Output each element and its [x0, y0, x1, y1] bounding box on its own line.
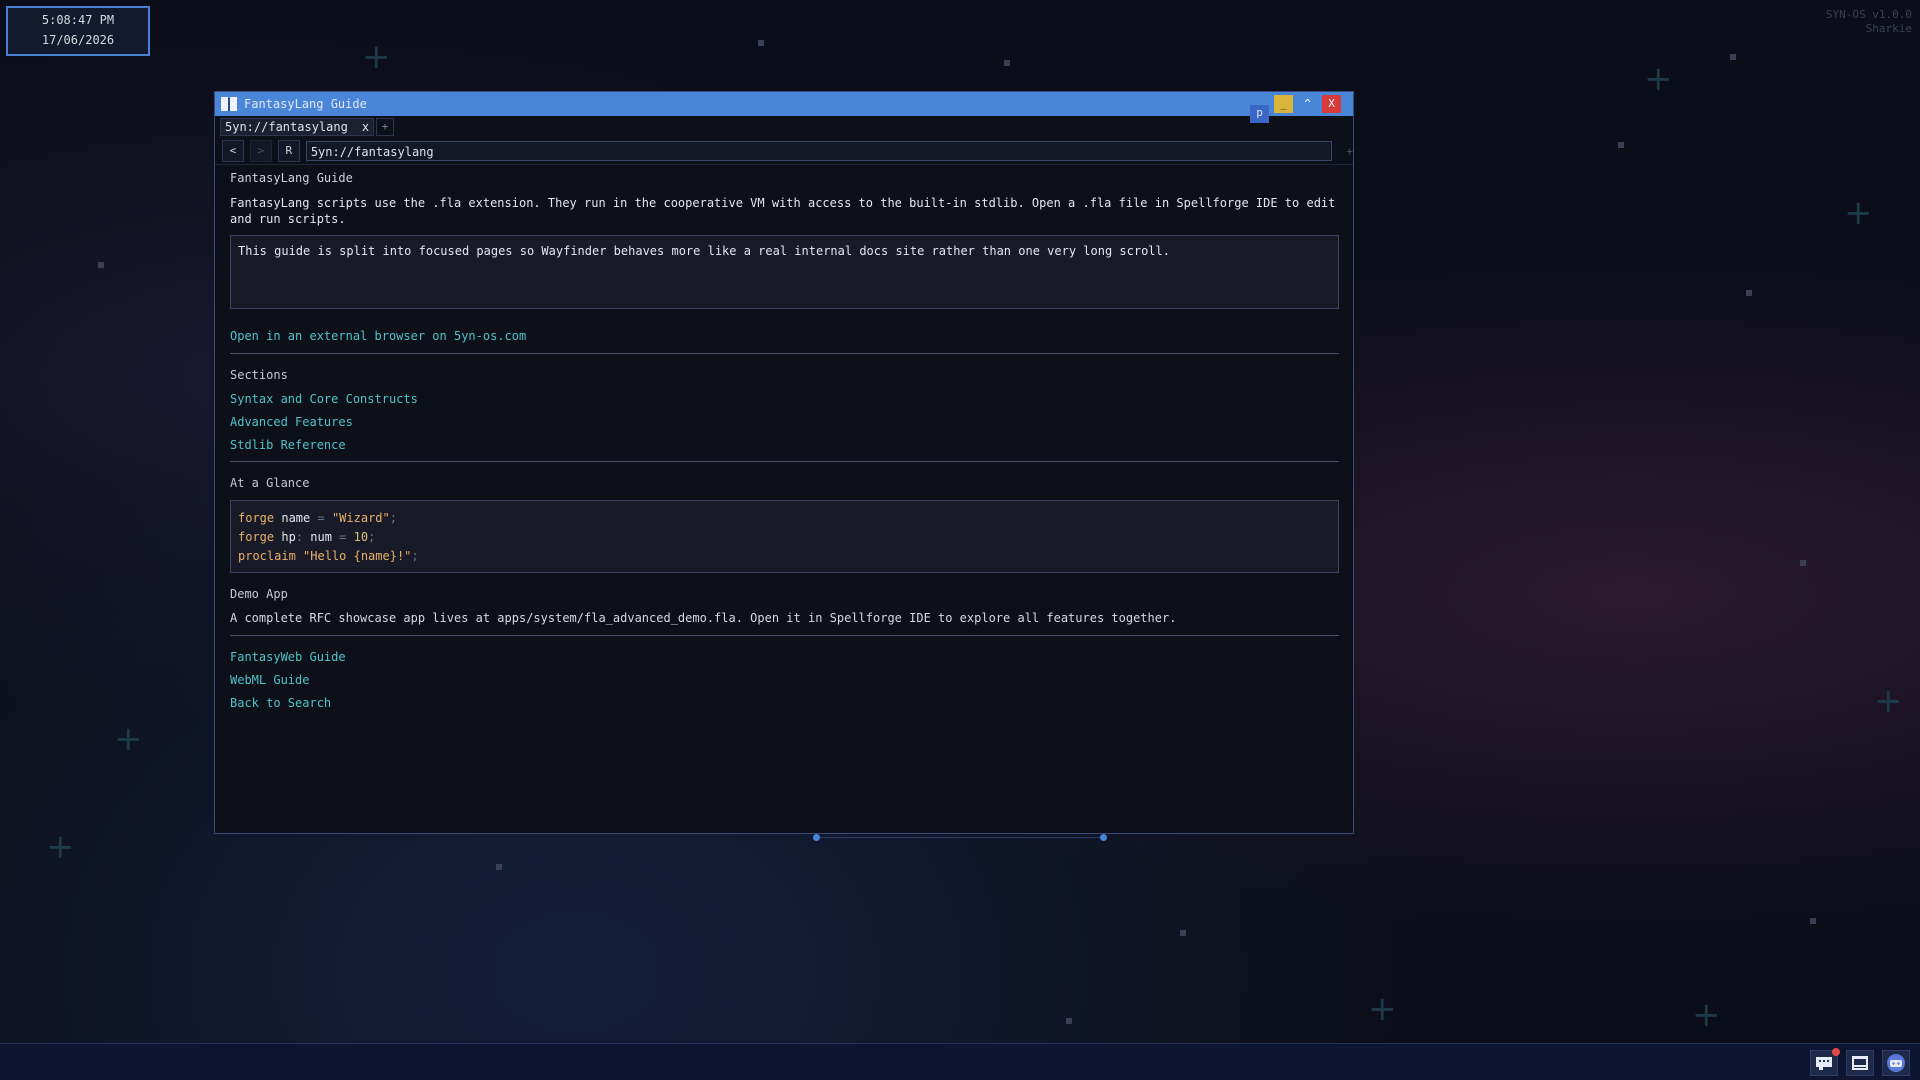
- page-content: FantasyLang Guide FantasyLang scripts us…: [215, 171, 1353, 710]
- code-line: forge name = "Wizard";: [238, 509, 1331, 528]
- background-sparkle: +: [1692, 995, 1721, 1035]
- code-semicolon: ;: [368, 530, 376, 544]
- info-callout: This guide is split into focused pages s…: [230, 235, 1339, 309]
- username: Sharkie: [1865, 22, 1912, 35]
- background-star: [98, 262, 104, 268]
- address-bar[interactable]: 5yn://fantasylang: [305, 141, 1333, 161]
- code-line: forge hp: num = 10;: [238, 528, 1331, 547]
- intro-paragraph: FantasyLang scripts use the .fla extensi…: [230, 196, 1336, 226]
- navigation-bar: < > R 5yn://fantasylang +: [215, 138, 1353, 165]
- code-semicolon: ;: [411, 549, 419, 563]
- background-star: [1730, 54, 1736, 60]
- tab-close-icon[interactable]: x: [362, 119, 369, 135]
- window-title: FantasyLang Guide: [244, 97, 367, 111]
- glance-heading: At a Glance: [230, 476, 310, 490]
- close-button[interactable]: X: [1322, 95, 1341, 113]
- demo-heading: Demo App: [230, 587, 288, 601]
- code-keyword: forge: [238, 530, 275, 544]
- tab-fantasylang[interactable]: 5yn://fantasylang x: [220, 118, 375, 136]
- code-line: proclaim "Hello {name}!";: [238, 547, 1331, 566]
- code-string: "Hello {name}!": [303, 549, 412, 563]
- system-version-label: SYN-OS v1.0.0 Sharkie: [1826, 8, 1912, 36]
- external-browser-link[interactable]: Open in an external browser on 5yn-os.co…: [230, 329, 1339, 343]
- link-stdlib-reference[interactable]: Stdlib Reference: [230, 438, 1339, 452]
- code-type: num: [310, 530, 332, 544]
- clock-widget[interactable]: 5:08:47 PM 17/06/2026: [6, 6, 150, 56]
- maximize-button[interactable]: ^: [1298, 95, 1317, 113]
- background-sparkle: +: [362, 37, 391, 77]
- background-star: [1810, 918, 1816, 924]
- link-fantasyweb-guide[interactable]: FantasyWeb Guide: [230, 650, 1339, 664]
- code-keyword: forge: [238, 511, 275, 525]
- new-tab-button[interactable]: +: [376, 118, 395, 136]
- code-keyword: proclaim: [238, 549, 296, 563]
- background-star: [1004, 60, 1010, 66]
- background-star: [1800, 560, 1806, 566]
- pin-button[interactable]: p: [1250, 105, 1269, 123]
- background-sparkle: +: [1368, 989, 1397, 1029]
- background-sparkle: +: [1644, 59, 1673, 99]
- book-icon: [221, 97, 237, 111]
- footer-links: FantasyWeb Guide WebML Guide Back to Sea…: [230, 650, 1339, 710]
- clock-date: 17/06/2026: [41, 33, 115, 47]
- minimize-button[interactable]: _: [1274, 95, 1293, 113]
- os-version: SYN-OS v1.0.0: [1825, 8, 1912, 21]
- background-sparkle: +: [1874, 681, 1903, 721]
- gamepad-icon: [1887, 1054, 1905, 1072]
- background-star: [1066, 1018, 1072, 1024]
- window-controls: p _ ^ X: [1250, 95, 1341, 123]
- divider: [230, 353, 1339, 354]
- code-operator: =: [310, 511, 332, 525]
- background-star: [1746, 290, 1752, 296]
- window-titlebar[interactable]: FantasyLang Guide p _ ^ X: [215, 92, 1353, 123]
- back-button[interactable]: <: [222, 140, 244, 162]
- demo-paragraph: A complete RFC showcase app lives at app…: [230, 611, 1177, 625]
- window-icon: [1852, 1056, 1868, 1070]
- code-block: forge name = "Wizard"; forge hp: num = 1…: [230, 500, 1339, 573]
- discord-icon[interactable]: [1882, 1050, 1910, 1076]
- clock-time: 5:08:47 PM: [41, 13, 115, 27]
- chat-icon[interactable]: [1810, 1048, 1840, 1076]
- forward-button[interactable]: >: [249, 140, 272, 162]
- page-title: FantasyLang Guide: [230, 171, 353, 185]
- background-star: [1180, 930, 1186, 936]
- background-star: [1618, 142, 1624, 148]
- divider: [230, 635, 1339, 636]
- taskbar: [0, 1043, 1920, 1080]
- bookmark-button[interactable]: +: [1346, 145, 1353, 158]
- link-back-to-search[interactable]: Back to Search: [230, 696, 1339, 710]
- code-operator: =: [331, 530, 354, 544]
- background-sparkle: +: [114, 719, 143, 759]
- tab-label: 5yn://fantasylang: [225, 120, 348, 134]
- background-star: [758, 40, 764, 46]
- background-star: [496, 864, 502, 870]
- resize-handle-right[interactable]: [1100, 834, 1107, 841]
- background-sparkle: +: [1844, 193, 1873, 233]
- window-manager-icon[interactable]: [1846, 1050, 1874, 1076]
- window-resize-track[interactable]: [816, 837, 1103, 838]
- browser-window: FantasyLang Guide p _ ^ X 5yn://fantasyl…: [214, 91, 1354, 834]
- section-links: Syntax and Core Constructs Advanced Feat…: [230, 392, 1339, 452]
- code-semicolon: ;: [389, 511, 397, 525]
- code-identifier: name: [281, 511, 311, 525]
- reload-button[interactable]: R: [277, 140, 300, 162]
- sections-heading: Sections: [230, 368, 288, 382]
- code-operator: :: [295, 530, 311, 544]
- resize-handle-left[interactable]: [813, 834, 820, 841]
- background-sparkle: +: [46, 827, 75, 867]
- code-identifier: hp: [281, 530, 296, 544]
- notification-badge: [1832, 1048, 1840, 1056]
- link-syntax[interactable]: Syntax and Core Constructs: [230, 392, 1339, 406]
- link-webml-guide[interactable]: WebML Guide: [230, 673, 1339, 687]
- divider: [230, 461, 1339, 462]
- system-tray: [1810, 1048, 1910, 1076]
- code-number: 10: [353, 530, 369, 544]
- code-string: "Wizard": [331, 511, 390, 525]
- tab-bar: 5yn://fantasylang x +: [215, 116, 1353, 138]
- link-advanced-features[interactable]: Advanced Features: [230, 415, 1339, 429]
